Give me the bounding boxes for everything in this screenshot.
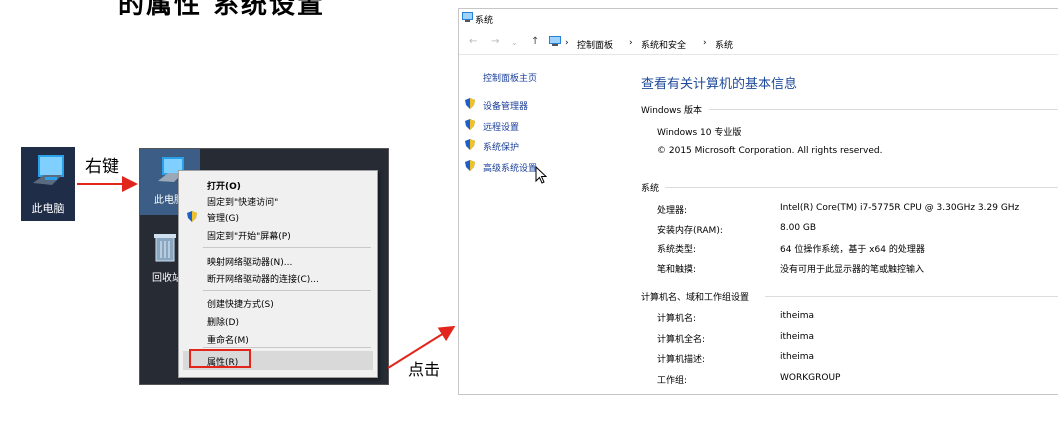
section-divider (665, 187, 1058, 188)
processor-value: Intel(R) Core(TM) i7-5775R CPU @ 3.30GHz… (780, 203, 1020, 213)
section-divider (709, 109, 1058, 110)
breadcrumb-system-security[interactable]: 系统和安全 (641, 38, 686, 51)
mouse-cursor-icon (535, 166, 547, 184)
control-panel-icon (549, 36, 561, 46)
breadcrumb-separator: › (703, 38, 707, 48)
window-title: 系统 (475, 16, 494, 26)
system-type-value: 64 位操作系统，基于 x64 的处理器 (780, 245, 925, 255)
workgroup-label: 工作组: (657, 376, 688, 386)
shield-icon (465, 160, 475, 171)
shield-icon (465, 98, 475, 109)
back-arrow-icon[interactable]: ← (469, 36, 477, 47)
system-icon (462, 12, 473, 22)
section-system: 系统 (641, 184, 660, 194)
address-bar: ← → ⌄ ↑ › 控制面板 › 系统和安全 › 系统 (459, 32, 1058, 55)
processor-label: 处理器: (657, 206, 688, 216)
edition-copyright: © 2015 Microsoft Corporation. All rights… (657, 146, 883, 156)
breadcrumb-control-panel[interactable]: 控制面板 (577, 38, 613, 51)
ram-value: 8.00 GB (780, 223, 817, 233)
sidebar-item-device-manager[interactable]: 设备管理器 (483, 99, 528, 112)
section-windows-edition: Windows 版本 (641, 106, 703, 116)
sidebar-item-advanced-system-settings[interactable]: 高级系统设置 (483, 161, 537, 174)
full-name-value: itheima (780, 332, 815, 342)
description-label: 计算机描述: (657, 355, 706, 365)
shield-icon (465, 139, 475, 150)
system-type-label: 系统类型: (657, 245, 697, 255)
main-title: 查看有关计算机的基本信息 (641, 77, 798, 92)
breadcrumb-separator: › (565, 38, 569, 48)
description-value: itheima (780, 352, 815, 362)
sidebar-item-system-protection[interactable]: 系统保护 (483, 140, 519, 153)
breadcrumb-separator: › (629, 38, 633, 48)
computer-name-value: itheima (780, 311, 815, 321)
workgroup-value: WORKGROUP (780, 373, 841, 383)
section-computer-name: 计算机名、域和工作组设置 (641, 293, 750, 303)
edition-name: Windows 10 专业版 (657, 128, 742, 138)
pen-touch-value: 没有可用于此显示器的笔或触控输入 (780, 265, 925, 275)
up-arrow-icon[interactable]: ↑ (531, 36, 539, 47)
section-divider (765, 296, 1058, 297)
chevron-down-icon[interactable]: ⌄ (511, 38, 518, 47)
system-window: 系统 ← → ⌄ ↑ › 控制面板 › 系统和安全 › 系统 控制面板主页 设备… (458, 8, 1058, 395)
computer-name-label: 计算机名: (657, 314, 697, 324)
full-name-label: 计算机全名: (657, 335, 706, 345)
pen-touch-label: 笔和触摸: (657, 265, 697, 275)
shield-icon (465, 119, 475, 130)
click-annotation: 点击 (408, 360, 441, 379)
forward-arrow-icon[interactable]: → (491, 36, 499, 47)
sidebar-control-panel-home[interactable]: 控制面板主页 (483, 71, 537, 84)
sidebar-item-remote-settings[interactable]: 远程设置 (483, 120, 519, 133)
ram-label: 安装内存(RAM): (657, 226, 723, 236)
breadcrumb-system[interactable]: 系统 (715, 38, 733, 51)
